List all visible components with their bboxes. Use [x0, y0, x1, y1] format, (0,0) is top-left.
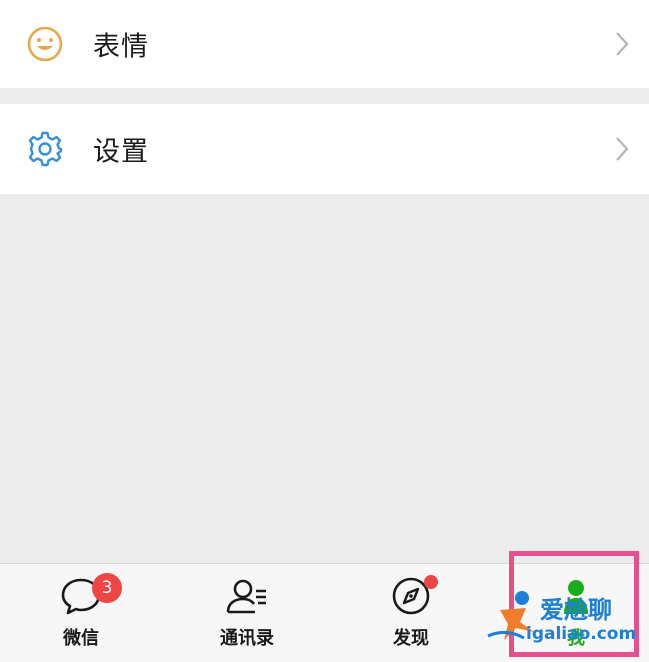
gear-icon: [28, 131, 63, 167]
menu-item-label: 表情: [93, 31, 149, 63]
watermark-logo: 爱尬聊 igaliao.com: [486, 584, 646, 652]
chevron-right-icon: [616, 32, 629, 56]
watermark-url: igaliao.com: [526, 624, 637, 644]
watermark-title: 爱尬聊: [540, 596, 612, 624]
menu-item-emoji[interactable]: 表情: [0, 0, 649, 88]
tab-contacts[interactable]: 通讯录: [187, 564, 307, 662]
menu-item-label: 设置: [93, 136, 149, 168]
unread-badge: 3: [92, 573, 122, 603]
contacts-icon: [226, 579, 266, 614]
tab-label: 微信: [63, 628, 99, 649]
tab-label: 发现: [393, 628, 429, 649]
menu-item-settings[interactable]: 设置: [0, 104, 649, 194]
chevron-right-icon: [616, 137, 629, 161]
new-content-dot: [424, 575, 438, 589]
smiley-icon: [27, 26, 63, 62]
tab-discover[interactable]: 发现: [351, 564, 471, 662]
tab-label: 通讯录: [220, 628, 274, 649]
tab-wechat[interactable]: 微信: [21, 564, 141, 662]
